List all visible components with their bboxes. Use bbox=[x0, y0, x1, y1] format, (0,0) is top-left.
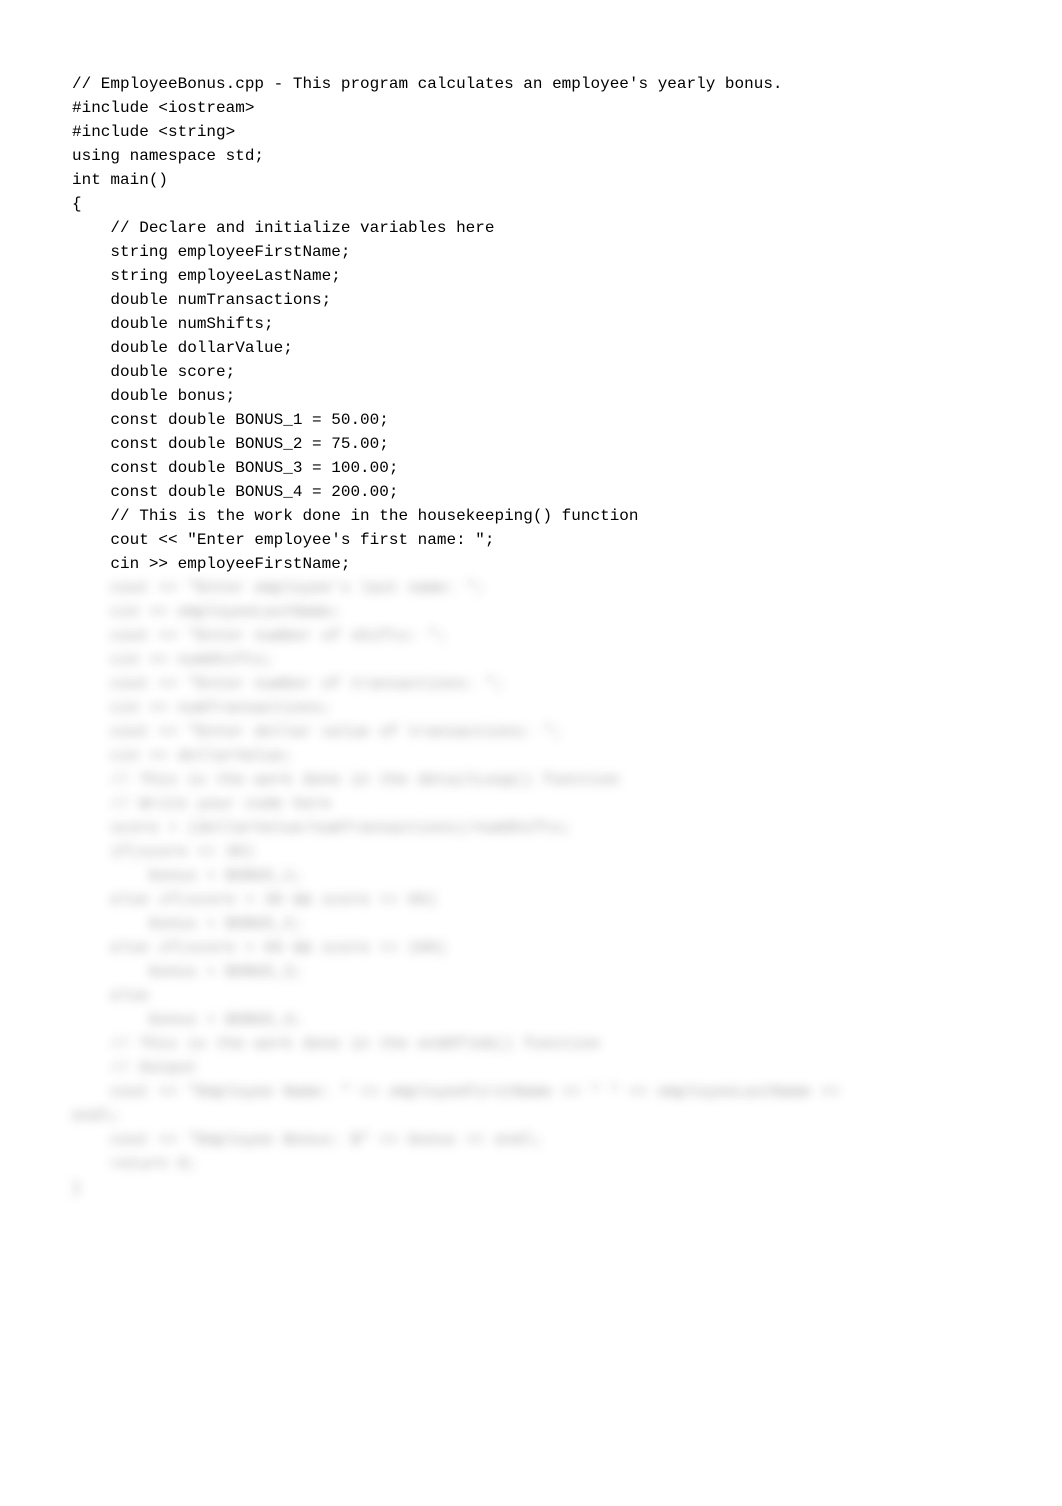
obscured-line: endl; bbox=[72, 1104, 1008, 1128]
code-line: #include <iostream> bbox=[72, 96, 1008, 120]
obscured-line: cin >> numShifts; bbox=[72, 648, 1008, 672]
code-block-visible: // EmployeeBonus.cpp - This program calc… bbox=[72, 72, 1008, 576]
code-line: double bonus; bbox=[72, 384, 1008, 408]
code-line: // This is the work done in the housekee… bbox=[72, 504, 1008, 528]
code-line: string employeeFirstName; bbox=[72, 240, 1008, 264]
code-line: const double BONUS_3 = 100.00; bbox=[72, 456, 1008, 480]
obscured-line: score = (dollarValue/numTransactions)/nu… bbox=[72, 816, 1008, 840]
code-line: // Declare and initialize variables here bbox=[72, 216, 1008, 240]
code-line: double score; bbox=[72, 360, 1008, 384]
obscured-line: cin >> employeeLastName; bbox=[72, 600, 1008, 624]
code-line: using namespace std; bbox=[72, 144, 1008, 168]
code-line: int main() bbox=[72, 168, 1008, 192]
code-line: double dollarValue; bbox=[72, 336, 1008, 360]
obscured-line: cout << "Enter dollar value of transacti… bbox=[72, 720, 1008, 744]
code-line: string employeeLastName; bbox=[72, 264, 1008, 288]
code-block-obscured: cout << "Enter employee's last name: "; … bbox=[72, 576, 1008, 1200]
obscured-line: // This is the work done in the detailLo… bbox=[72, 768, 1008, 792]
obscured-line: // This is the work done in the endOfJob… bbox=[72, 1032, 1008, 1056]
obscured-line: cin >> numTransactions; bbox=[72, 696, 1008, 720]
obscured-line: // Output bbox=[72, 1056, 1008, 1080]
code-line: const double BONUS_4 = 200.00; bbox=[72, 480, 1008, 504]
code-line: double numShifts; bbox=[72, 312, 1008, 336]
code-line: const double BONUS_1 = 50.00; bbox=[72, 408, 1008, 432]
code-line: cout << "Enter employee's first name: "; bbox=[72, 528, 1008, 552]
code-line: const double BONUS_2 = 75.00; bbox=[72, 432, 1008, 456]
code-line: #include <string> bbox=[72, 120, 1008, 144]
obscured-line: bonus = BONUS_2; bbox=[72, 912, 1008, 936]
obscured-line: if(score <= 30) bbox=[72, 840, 1008, 864]
obscured-line: cout << "Enter number of transactions: "… bbox=[72, 672, 1008, 696]
obscured-line: cin >> dollarValue; bbox=[72, 744, 1008, 768]
obscured-line: bonus = BONUS_3; bbox=[72, 960, 1008, 984]
code-line: { bbox=[72, 192, 1008, 216]
obscured-line: else if(score > 69 && score <= 199) bbox=[72, 936, 1008, 960]
obscured-line: cout << "Employee Bonus: $" << bonus << … bbox=[72, 1128, 1008, 1152]
obscured-line: else if(score > 30 && score <= 69) bbox=[72, 888, 1008, 912]
document-page: // EmployeeBonus.cpp - This program calc… bbox=[0, 0, 1062, 1200]
obscured-line: // Write your code here bbox=[72, 792, 1008, 816]
obscured-line: } bbox=[72, 1176, 1008, 1200]
obscured-line: cout << "Enter employee's last name: "; bbox=[72, 576, 1008, 600]
code-line: double numTransactions; bbox=[72, 288, 1008, 312]
obscured-line: cout << "Employee Name: " << employeeFir… bbox=[72, 1080, 1008, 1104]
obscured-line: return 0; bbox=[72, 1152, 1008, 1176]
obscured-line: cout << "Enter number of shifts: "; bbox=[72, 624, 1008, 648]
obscured-line: bonus = BONUS_4; bbox=[72, 1008, 1008, 1032]
obscured-line: else bbox=[72, 984, 1008, 1008]
code-line: // EmployeeBonus.cpp - This program calc… bbox=[72, 72, 1008, 96]
obscured-line: bonus = BONUS_1; bbox=[72, 864, 1008, 888]
code-line: cin >> employeeFirstName; bbox=[72, 552, 1008, 576]
